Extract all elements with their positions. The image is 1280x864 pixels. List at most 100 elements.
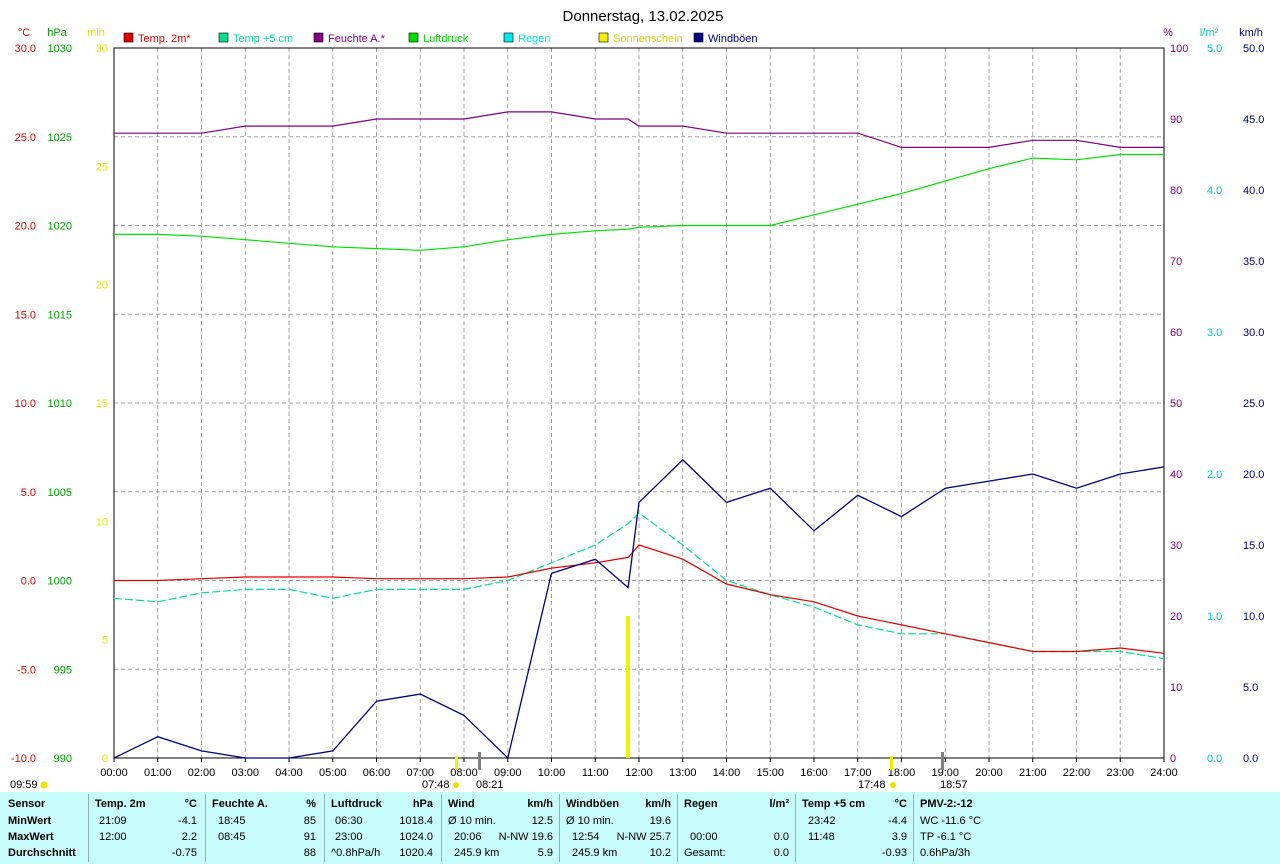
humidity-tick-label: 10 <box>1170 682 1182 694</box>
stats-unit-humidity: % <box>306 798 316 810</box>
stats-col-sensor: Sensor MinWert MaxWert Durchschnitt <box>0 792 88 864</box>
time-tick-label: 11:00 <box>582 767 609 779</box>
time-tick-label: 04:00 <box>275 767 303 779</box>
sun-tick-label: 30 <box>96 43 108 55</box>
temp5cm-avg: -0.93 <box>881 847 907 859</box>
rain-total: 0.0 <box>773 847 789 859</box>
wind-tick-label: 25.0 <box>1243 398 1264 410</box>
pressure-tick-label: 1010 <box>48 398 72 410</box>
pmv-dewpoint: TP -6.1 °C <box>920 831 972 843</box>
sun-tick-label: 0 <box>102 753 108 765</box>
gust-avg10: 19.6 <box>649 815 671 827</box>
stats-unit-rain: l/m² <box>769 798 789 810</box>
legend-label: Feuchte A.* <box>328 33 386 45</box>
time-tick-label: 15:00 <box>756 767 784 779</box>
temp2m-min: -4.1 <box>178 815 197 827</box>
legend-label: Temp +5 cm <box>233 33 293 45</box>
stats-col-gust: Windböen km/h Ø 10 min. 19.6 12:54 N-NW … <box>560 792 677 864</box>
moonrise-time: 18:57 <box>940 779 968 791</box>
wind-max-time: 20:06 <box>454 831 482 843</box>
time-tick-label: 14:00 <box>713 767 741 779</box>
wind-distance: 245.9 km <box>454 847 500 859</box>
rain-tick-label: 4.0 <box>1207 185 1222 197</box>
legend-label: Regen <box>518 33 550 45</box>
time-tick-label: 10:00 <box>538 767 566 779</box>
legend-swatch <box>598 32 609 43</box>
rain-tick-label: 3.0 <box>1207 327 1222 339</box>
legend-label: Sonnenschein <box>613 33 683 45</box>
temp5cm-max-time: 11:48 <box>808 831 835 843</box>
rain-total-label: Gesamt: <box>684 847 726 859</box>
temp-tick-label: 15.0 <box>15 309 36 321</box>
moonset-marker <box>478 752 481 770</box>
gust-distance: 245.9 km <box>572 847 618 859</box>
legend-swatch <box>693 32 704 43</box>
humidity-avg: 88 <box>303 847 316 859</box>
humidity-min-time: 18:45 <box>218 815 246 827</box>
stats-header-wind: Wind <box>448 798 475 810</box>
pressure-tick-label: 1030 <box>48 43 72 55</box>
stats-col-pmv: PMV-2:-12 WC -11.6 °C TP -6.1 °C 0.6hPa/… <box>914 792 1034 864</box>
rain-max: 0.0 <box>773 831 789 843</box>
pressure-tick-label: 1020 <box>48 221 72 233</box>
pmv-pressure-trend: 0.6hPa/3h <box>920 847 971 859</box>
humidity-tick-label: 60 <box>1170 327 1182 339</box>
stats-col-pressure: Luftdruck hPa 06:30 1018.4 23:00 1024.0 … <box>325 792 441 864</box>
humidity-tick-label: 90 <box>1170 114 1182 126</box>
humidity-tick-label: 20 <box>1170 611 1182 623</box>
stats-row-max: MaxWert <box>8 831 54 843</box>
wind-avg10-label: Ø 10 min. <box>448 815 496 827</box>
chart-title: Donnerstag, 13.02.2025 <box>563 8 724 25</box>
time-tick-label: 17:00 <box>844 767 872 779</box>
pressure-min-time: 06:30 <box>335 815 363 827</box>
legend-label: Windböen <box>708 33 758 45</box>
stats-col-temp2m: Temp. 2m °C 21:09 -4.1 12:00 2.2 -0.75 <box>89 792 205 864</box>
sun-tick-label: 5 <box>102 635 108 647</box>
temp-tick-label: 25.0 <box>15 132 36 144</box>
sun-tick-label: 25 <box>96 161 108 173</box>
wind-tick-label: 40.0 <box>1243 185 1264 197</box>
stats-unit-gust: km/h <box>645 798 671 810</box>
pressure-tick-label: 995 <box>54 664 72 676</box>
stats-header-rain: Regen <box>684 798 718 810</box>
gust-avg10-label: Ø 10 min. <box>566 815 614 827</box>
humidity-tick-label: 50 <box>1170 398 1182 410</box>
legend-swatch <box>313 32 324 43</box>
legend: Temp. 2m* Temp +5 cm Feuchte A.* Luftdruck R… <box>123 32 758 45</box>
time-tick-label: 07:00 <box>406 767 434 779</box>
sun-tick-label: 10 <box>96 516 108 528</box>
time-tick-label: 03:00 <box>231 767 259 779</box>
sunset-time: 17:48 <box>858 779 886 791</box>
stats-header-gust: Windböen <box>566 798 620 810</box>
weather-chart: Donnerstag, 13.02.2025 °C hPa min % l/m²… <box>10 8 1264 791</box>
temp2m-avg: -0.75 <box>171 847 197 859</box>
legend-swatch <box>218 32 229 43</box>
time-tick-label: 06:00 <box>363 767 391 779</box>
stats-header-temp5cm: Temp +5 cm <box>802 798 866 810</box>
time-tick-label: 24:00 <box>1150 767 1178 779</box>
temp-tick-label: 30.0 <box>15 43 36 55</box>
pmv-windchill: WC -11.6 °C <box>920 815 982 827</box>
temp5cm-max: 3.9 <box>891 831 907 843</box>
time-tick-label: 02:00 <box>188 767 216 779</box>
humidity-tick-label: 30 <box>1170 540 1182 552</box>
legend-swatch <box>123 32 134 43</box>
pressure-tick-label: 1025 <box>48 132 72 144</box>
wind-tick-label: 45.0 <box>1243 114 1264 126</box>
humidity-axis-unit: % <box>1163 27 1173 39</box>
sunrise-icon <box>453 782 459 788</box>
wind-tick-label: 30.0 <box>1243 327 1264 339</box>
stats-header-pmv: PMV-2:-12 <box>920 798 973 810</box>
time-tick-label: 19:00 <box>931 767 959 779</box>
stats-col-wind: Wind km/h Ø 10 min. 12.5 20:06 N-NW 19.6… <box>442 792 559 864</box>
sun-icon <box>40 781 48 789</box>
pressure-max: 1024.0 <box>399 831 433 843</box>
temp-tick-label: 10.0 <box>15 398 36 410</box>
pressure-trend: ^0.8hPa/h <box>331 847 381 859</box>
temp5cm-min: -4.4 <box>888 815 907 827</box>
statistics-table: Sensor MinWert MaxWert Durchschnitt Temp… <box>0 792 1280 864</box>
wind-max: N-NW 19.6 <box>498 831 553 843</box>
humidity-tick-label: 40 <box>1170 469 1182 481</box>
wind-avg10: 12.5 <box>531 815 553 827</box>
humidity-max: 91 <box>303 831 316 843</box>
